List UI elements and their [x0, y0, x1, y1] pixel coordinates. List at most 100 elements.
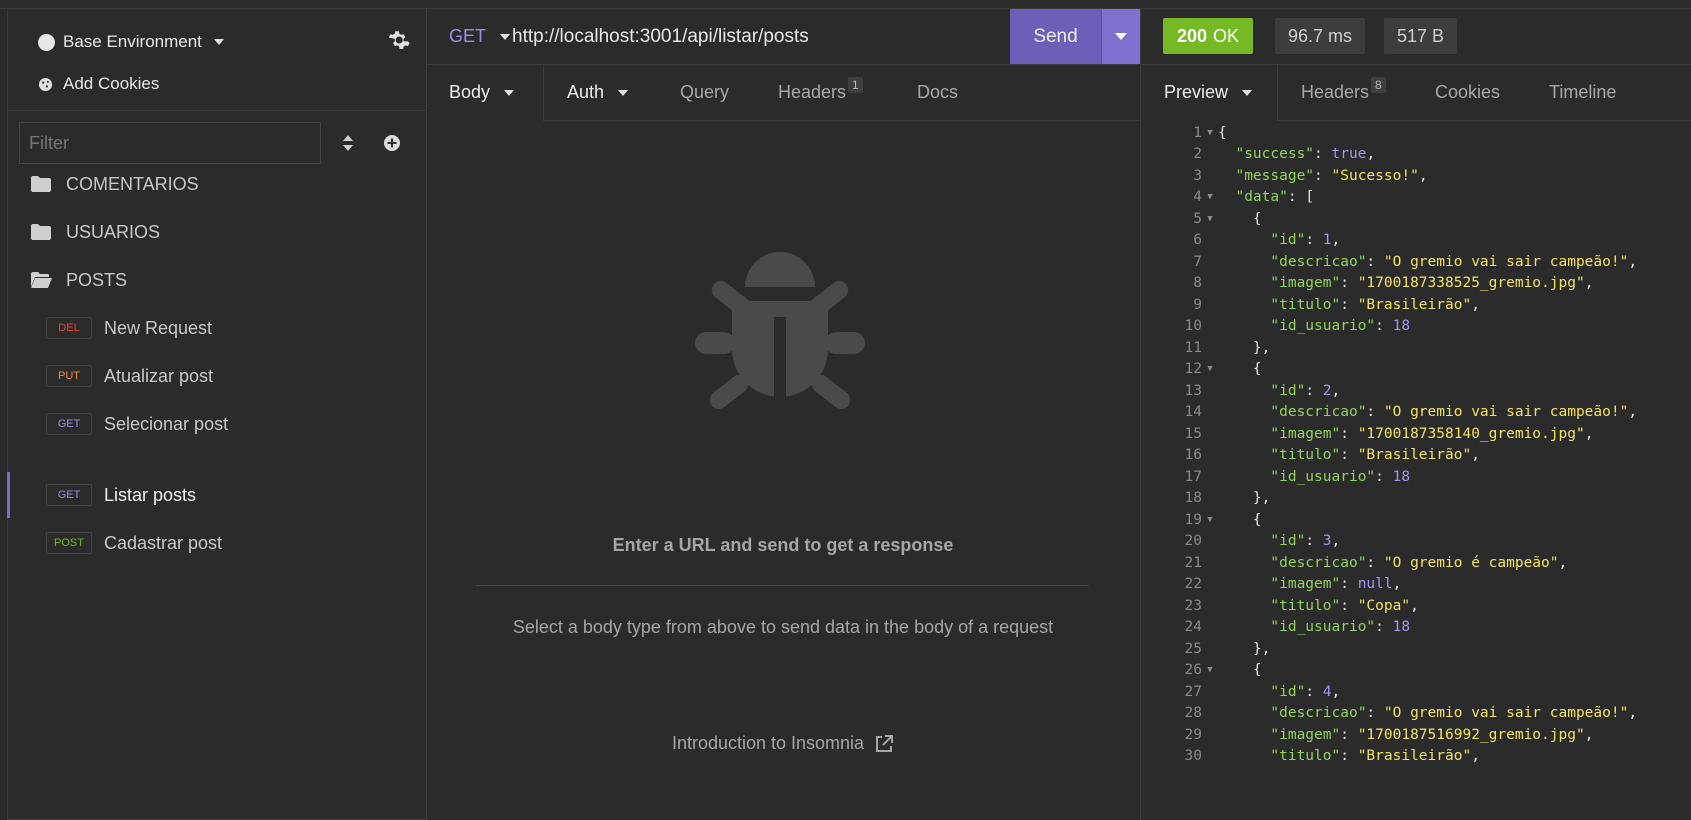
tab-docs[interactable]: Docs — [917, 65, 958, 120]
cookie-icon — [38, 77, 53, 91]
environment-selector[interactable]: Base Environment — [38, 31, 224, 53]
request-atualizar-post[interactable]: PUT Atualizar post — [46, 362, 213, 390]
code-token: "O gremio vai sair campeão!" — [1383, 404, 1629, 420]
send-button[interactable]: Send — [1010, 9, 1101, 64]
introduction-link[interactable]: Introduction to Insomnia — [427, 733, 1139, 754]
code-token: , — [1558, 554, 1568, 571]
active-indicator — [7, 472, 10, 518]
code-line: 30 "titulo": "Brasileirão", — [1141, 745, 1691, 768]
line-number: 3 — [1193, 167, 1202, 184]
code-token: { — [1218, 210, 1262, 227]
code-token: : — [1340, 597, 1358, 614]
line-number: 17 — [1184, 468, 1202, 485]
code-token: , — [1418, 167, 1428, 184]
send-options-button[interactable] — [1101, 9, 1140, 64]
method-badge: GET — [46, 413, 92, 435]
line-number: 22 — [1184, 576, 1202, 592]
code-token: : — [1340, 447, 1358, 463]
line-number: 18 — [1184, 490, 1202, 506]
code-token: "Sucesso!" — [1331, 167, 1419, 184]
tab-query[interactable]: Query — [680, 65, 729, 120]
line-number: 12 — [1184, 361, 1202, 377]
request-new-request[interactable]: DEL New Request — [46, 314, 212, 342]
environment-dot-icon — [38, 33, 55, 51]
add-circle-icon[interactable] — [383, 134, 401, 152]
folder-open-icon — [31, 272, 52, 288]
line-number: 7 — [1193, 253, 1202, 270]
status-text: OK — [1213, 25, 1240, 46]
code-token: "data" — [1235, 189, 1288, 205]
code-token: , — [1331, 683, 1341, 700]
tab-headers[interactable]: Headers 1 — [778, 65, 863, 120]
code-token: : — [1375, 318, 1393, 334]
request-label: New Request — [104, 317, 213, 338]
headers-count-badge: 1 — [848, 76, 863, 93]
method-badge: PUT — [46, 365, 92, 387]
code-token: : — [1366, 705, 1384, 721]
code-token: 1 — [1322, 232, 1332, 248]
fold-toggle-icon[interactable]: ▼ — [1202, 515, 1218, 525]
request-listar-posts[interactable]: GET Listar posts — [46, 481, 196, 509]
code-line: 10 "id_usuario": 18 — [1141, 315, 1691, 338]
response-preview-code[interactable]: 1 ▼{2 "success": true, 3 "message": "Suces… — [1140, 121, 1691, 820]
code-token: "id" — [1270, 683, 1306, 700]
line-number: 19 — [1184, 511, 1202, 528]
folder-label: POSTS — [66, 269, 128, 290]
code-token: : — [1375, 619, 1393, 635]
tab-body[interactable]: Body — [449, 65, 515, 120]
request-label: Cadastrar post — [104, 532, 223, 553]
gear-icon[interactable] — [386, 28, 410, 52]
folder-usuarios[interactable]: USUARIOS — [30, 218, 160, 246]
code-token: "Brasileirão" — [1357, 748, 1472, 764]
code-line: 24 "id_usuario": 18 — [1141, 616, 1691, 639]
status-code: 200 — [1177, 25, 1208, 46]
tab-response-headers[interactable]: Headers 8 — [1301, 65, 1386, 120]
code-token: , — [1410, 597, 1419, 614]
url-input[interactable]: http://localhost:3001/api/listar/posts — [512, 26, 809, 48]
code-token: { — [1218, 662, 1262, 678]
request-selecionar-post[interactable]: GET Selecionar post — [46, 410, 228, 438]
folder-posts[interactable]: POSTS — [30, 266, 127, 294]
fold-toggle-icon[interactable]: ▼ — [1202, 128, 1218, 138]
divider — [476, 585, 1089, 586]
tab-auth[interactable]: Auth — [567, 65, 629, 120]
add-cookies-button[interactable]: Add Cookies — [38, 73, 159, 95]
fold-toggle-icon[interactable]: ▼ — [1202, 665, 1218, 675]
code-line: 13 "id": 2, — [1141, 379, 1691, 402]
tab-label: Headers — [1301, 82, 1370, 102]
code-token: "id" — [1270, 232, 1306, 248]
filter-input[interactable] — [19, 122, 321, 164]
headers-count-badge: 8 — [1371, 76, 1386, 93]
method-selector[interactable]: GET — [449, 26, 511, 47]
code-line: 5 ▼ { — [1141, 207, 1691, 230]
code-token: }, — [1218, 339, 1271, 356]
line-number: 21 — [1184, 554, 1202, 571]
fold-toggle-icon[interactable]: ▼ — [1202, 192, 1218, 202]
folder-comentarios[interactable]: COMENTARIOS — [30, 170, 199, 198]
code-line: 2 "success": true, — [1141, 143, 1691, 166]
request-cadastrar-post[interactable]: POST Cadastrar post — [46, 529, 222, 557]
code-token: { — [1218, 511, 1262, 528]
tab-timeline[interactable]: Timeline — [1549, 65, 1616, 120]
fold-toggle-icon[interactable]: ▼ — [1202, 214, 1218, 224]
code-line: 8 "imagem": "1700187338525_gremio.jpg", — [1141, 272, 1691, 295]
code-token: , — [1471, 296, 1480, 313]
sort-icon[interactable] — [340, 134, 356, 152]
tab-cookies[interactable]: Cookies — [1435, 65, 1500, 120]
code-line: 6 "id": 1, — [1141, 229, 1691, 252]
chevron-down-icon — [618, 89, 629, 96]
tab-label: Query — [680, 82, 730, 102]
tab-preview[interactable]: Preview — [1164, 65, 1253, 120]
code-token: , — [1628, 253, 1638, 270]
code-token: "Brasileirão" — [1357, 447, 1472, 463]
code-token: : — [1340, 576, 1358, 592]
line-number: 14 — [1184, 404, 1202, 420]
fold-toggle-icon[interactable]: ▼ — [1202, 364, 1218, 374]
